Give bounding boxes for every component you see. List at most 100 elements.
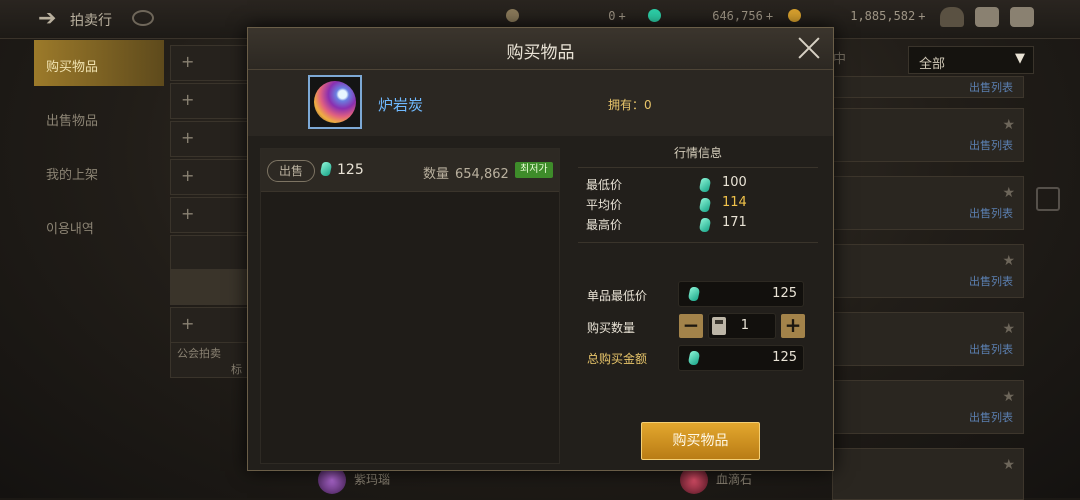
list-link[interactable]: 出售列表 [969,137,1013,153]
market-info-table: 最低价 100 平均价 114 最高价 171 [578,168,818,243]
list-link[interactable]: 出售列表 [969,409,1013,425]
star-icon[interactable]: ★ [1002,457,1015,473]
tab-buy[interactable]: 购买物品 [34,40,164,86]
list-link[interactable]: 出售列表 [969,205,1013,221]
item-name: 紫玛瑙 [354,472,391,487]
chat-icon[interactable] [1010,7,1034,27]
close-icon[interactable] [797,36,821,60]
unit-price-field: 125 [678,281,804,307]
item-name: 炉岩炭 [378,96,424,114]
star-icon[interactable]: ★ [1002,253,1015,269]
item-icon [308,75,362,129]
category-row[interactable]: + [170,45,252,81]
owned-value: 0 [644,98,652,112]
market-row-min: 最低价 100 [578,174,818,194]
gem-icon [319,162,333,176]
filter-dropdown[interactable]: 全部 ▼ [908,46,1034,74]
min-price-value: 100 [722,175,747,190]
page-title: 拍卖行 [70,13,112,29]
listing-quantity: 数量 654,862 [423,163,509,182]
list-link[interactable]: 出售列表 [969,79,1013,95]
dialog-title: 购买物品 [506,43,575,63]
quantity-value: 654,862 [455,167,509,182]
star-icon[interactable]: ★ [1002,185,1015,201]
add-currency-3-icon[interactable]: + [918,9,925,23]
increase-quantity-button[interactable]: + [781,314,805,338]
currency-1: 0 + [506,9,626,29]
listing-row[interactable]: 出售 125 数量 654,862 최저가 [261,149,559,192]
star-icon[interactable]: ★ [1002,389,1015,405]
quantity-label: 数量 [423,167,450,182]
category-row[interactable]: + [170,121,252,157]
guild-auction-label-2: 标 [231,363,242,376]
currency-3-value: 1,885,582 [850,9,916,23]
plus-icon: + [181,166,195,185]
right-list-item[interactable]: ★ 出售列表 [832,108,1024,162]
max-price-label: 最高价 [586,218,623,232]
dialog-header: 购买物品 [248,28,833,70]
quantity-input-value: 1 [740,318,749,333]
market-row-avg: 平均价 114 [578,194,818,214]
right-list-item[interactable]: ★ 出售列表 [832,380,1024,434]
item-info-row: 炉岩炭 拥有：0 [248,70,833,136]
category-row-selected[interactable] [170,269,252,305]
market-row-max: 最高价 171 [578,214,818,234]
quantity-label: 购买数量 [587,321,636,335]
eye-icon[interactable] [132,10,154,26]
listing-panel: 出售 125 数量 654,862 최저가 [260,148,560,464]
total-price-value: 125 [772,350,797,365]
listing-price: 125 [319,162,364,178]
decrease-quantity-button[interactable]: − [679,314,703,338]
right-list-item[interactable]: ★ 出售列表 [832,312,1024,366]
buy-item-button[interactable]: 购买物品 [641,422,760,460]
gem-icon [698,178,712,192]
right-list-item[interactable]: 出售列表 [832,76,1024,98]
unit-price-label: 单品最低价 [587,289,648,303]
category-row[interactable] [170,235,252,271]
currency-2: 646,756 + [648,9,773,29]
plus-icon: + [181,128,195,147]
market-info: 行情信息 最低价 100 平均价 114 最高价 171 [578,144,818,243]
market-info-title: 行情信息 [578,144,818,168]
currency-2-value: 646,756 [712,9,763,23]
list-link[interactable]: 出售列表 [969,273,1013,289]
category-row[interactable]: + [170,83,252,119]
tab-my-listings[interactable]: 我的上架 [34,148,164,194]
category-guild[interactable]: 公会拍卖 标 [170,342,252,378]
calculator-icon[interactable] [712,317,726,335]
gem-icon [687,351,701,365]
add-currency-2-icon[interactable]: + [766,9,773,23]
right-tab-label: 中 [833,52,847,67]
total-price-field: 125 [678,345,804,371]
unit-price-value: 125 [772,286,797,301]
category-row[interactable]: + [170,307,252,343]
lava-charcoal-orb-icon [314,81,356,123]
add-currency-1-icon[interactable]: + [618,9,625,23]
plus-icon: + [181,90,195,109]
avg-price-value: 114 [722,195,747,210]
checkbox[interactable] [1036,187,1060,211]
star-icon[interactable]: ★ [1002,117,1015,133]
owned-label: 拥有： [608,98,645,112]
category-row[interactable]: + [170,159,252,195]
tab-history[interactable]: 이용내역 [34,202,164,248]
total-price-label: 总购买金额 [587,352,648,366]
gem-icon [698,218,712,232]
quantity-stepper[interactable]: 1 [708,313,776,339]
guild-auction-label: 公会拍卖 [177,347,221,360]
tab-sell[interactable]: 出售物品 [34,94,164,140]
right-list-item[interactable]: ★ 出售列表 [832,244,1024,298]
filter-value: 全部 [919,57,946,72]
sell-badge: 出售 [267,160,315,182]
plus-icon: + [181,314,195,333]
right-list-item[interactable]: ★ [832,448,1024,500]
mail-icon[interactable] [975,7,999,27]
plus-icon: + [181,204,195,223]
category-row[interactable]: + [170,197,252,233]
bag-icon[interactable] [940,7,964,27]
star-icon[interactable]: ★ [1002,321,1015,337]
back-arrow-icon[interactable]: ➔ [38,7,62,31]
chevron-down-icon: ▼ [1015,51,1025,66]
right-list-item[interactable]: ★ 出售列表 [832,176,1024,230]
list-link[interactable]: 出售列表 [969,341,1013,357]
